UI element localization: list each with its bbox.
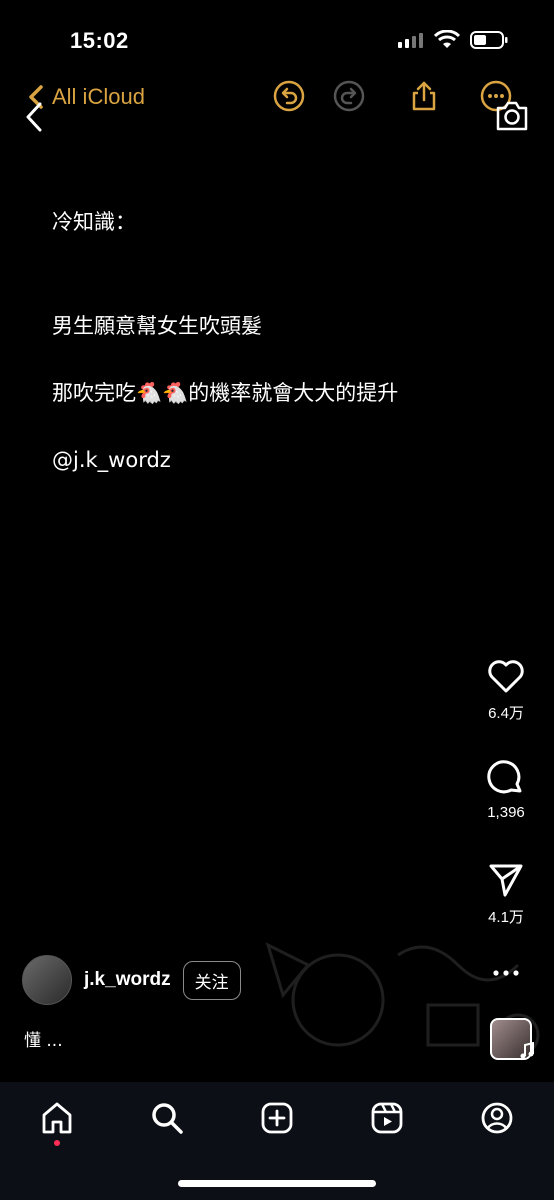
- nav-search[interactable]: [147, 1098, 187, 1138]
- wifi-icon: [434, 30, 460, 48]
- share-button[interactable]: 4.1万: [480, 862, 532, 927]
- comment-button[interactable]: 1,396: [480, 760, 532, 821]
- send-icon: [489, 864, 523, 897]
- notes-back-label: All iCloud: [52, 84, 145, 109]
- like-button[interactable]: 6.4万: [480, 658, 532, 723]
- note-line-2: 男生願意幫女生吹頭髮: [52, 314, 262, 338]
- comment-icon: [487, 760, 522, 794]
- like-count: 6.4万: [488, 705, 524, 722]
- note-line-handle: @j.k_wordz: [52, 448, 171, 472]
- share-count: 4.1万: [488, 909, 524, 926]
- author-row: j.k_wordz 关注: [22, 955, 241, 1005]
- share-icon: [412, 81, 436, 111]
- avatar[interactable]: [22, 955, 72, 1005]
- cellular-signal-icon: [398, 33, 423, 48]
- home-indicator: [178, 1180, 376, 1187]
- status-time: 15:02: [70, 28, 129, 53]
- comment-count: 1,396: [487, 804, 525, 821]
- caption[interactable]: 懂 ...: [24, 1026, 63, 1051]
- more-options-icon[interactable]: [488, 966, 524, 980]
- reels-icon: [371, 1102, 403, 1134]
- add-post-icon: [261, 1102, 293, 1134]
- profile-icon: [481, 1102, 513, 1134]
- heart-icon: [488, 660, 524, 693]
- nav-reels[interactable]: [367, 1098, 407, 1138]
- nav-create[interactable]: [257, 1098, 297, 1138]
- username[interactable]: j.k_wordz: [84, 969, 171, 991]
- redo-icon: [333, 80, 365, 112]
- notification-dot: [54, 1140, 60, 1146]
- camera-icon[interactable]: [494, 98, 530, 134]
- battery-icon: [470, 31, 508, 49]
- music-note-icon: [520, 1042, 534, 1059]
- nav-profile[interactable]: [477, 1098, 517, 1138]
- note-line-title: 冷知識：: [52, 210, 136, 234]
- nav-home[interactable]: [37, 1098, 77, 1138]
- home-icon: [42, 1102, 72, 1134]
- search-icon: [152, 1103, 183, 1134]
- back-arrow-icon[interactable]: [20, 98, 50, 136]
- follow-button[interactable]: 关注: [182, 960, 241, 1000]
- undo-icon: [273, 80, 305, 112]
- status-icons: [398, 30, 508, 50]
- note-line-3: 那吹完吃🐔🐔的機率就會大大的提升: [52, 381, 399, 405]
